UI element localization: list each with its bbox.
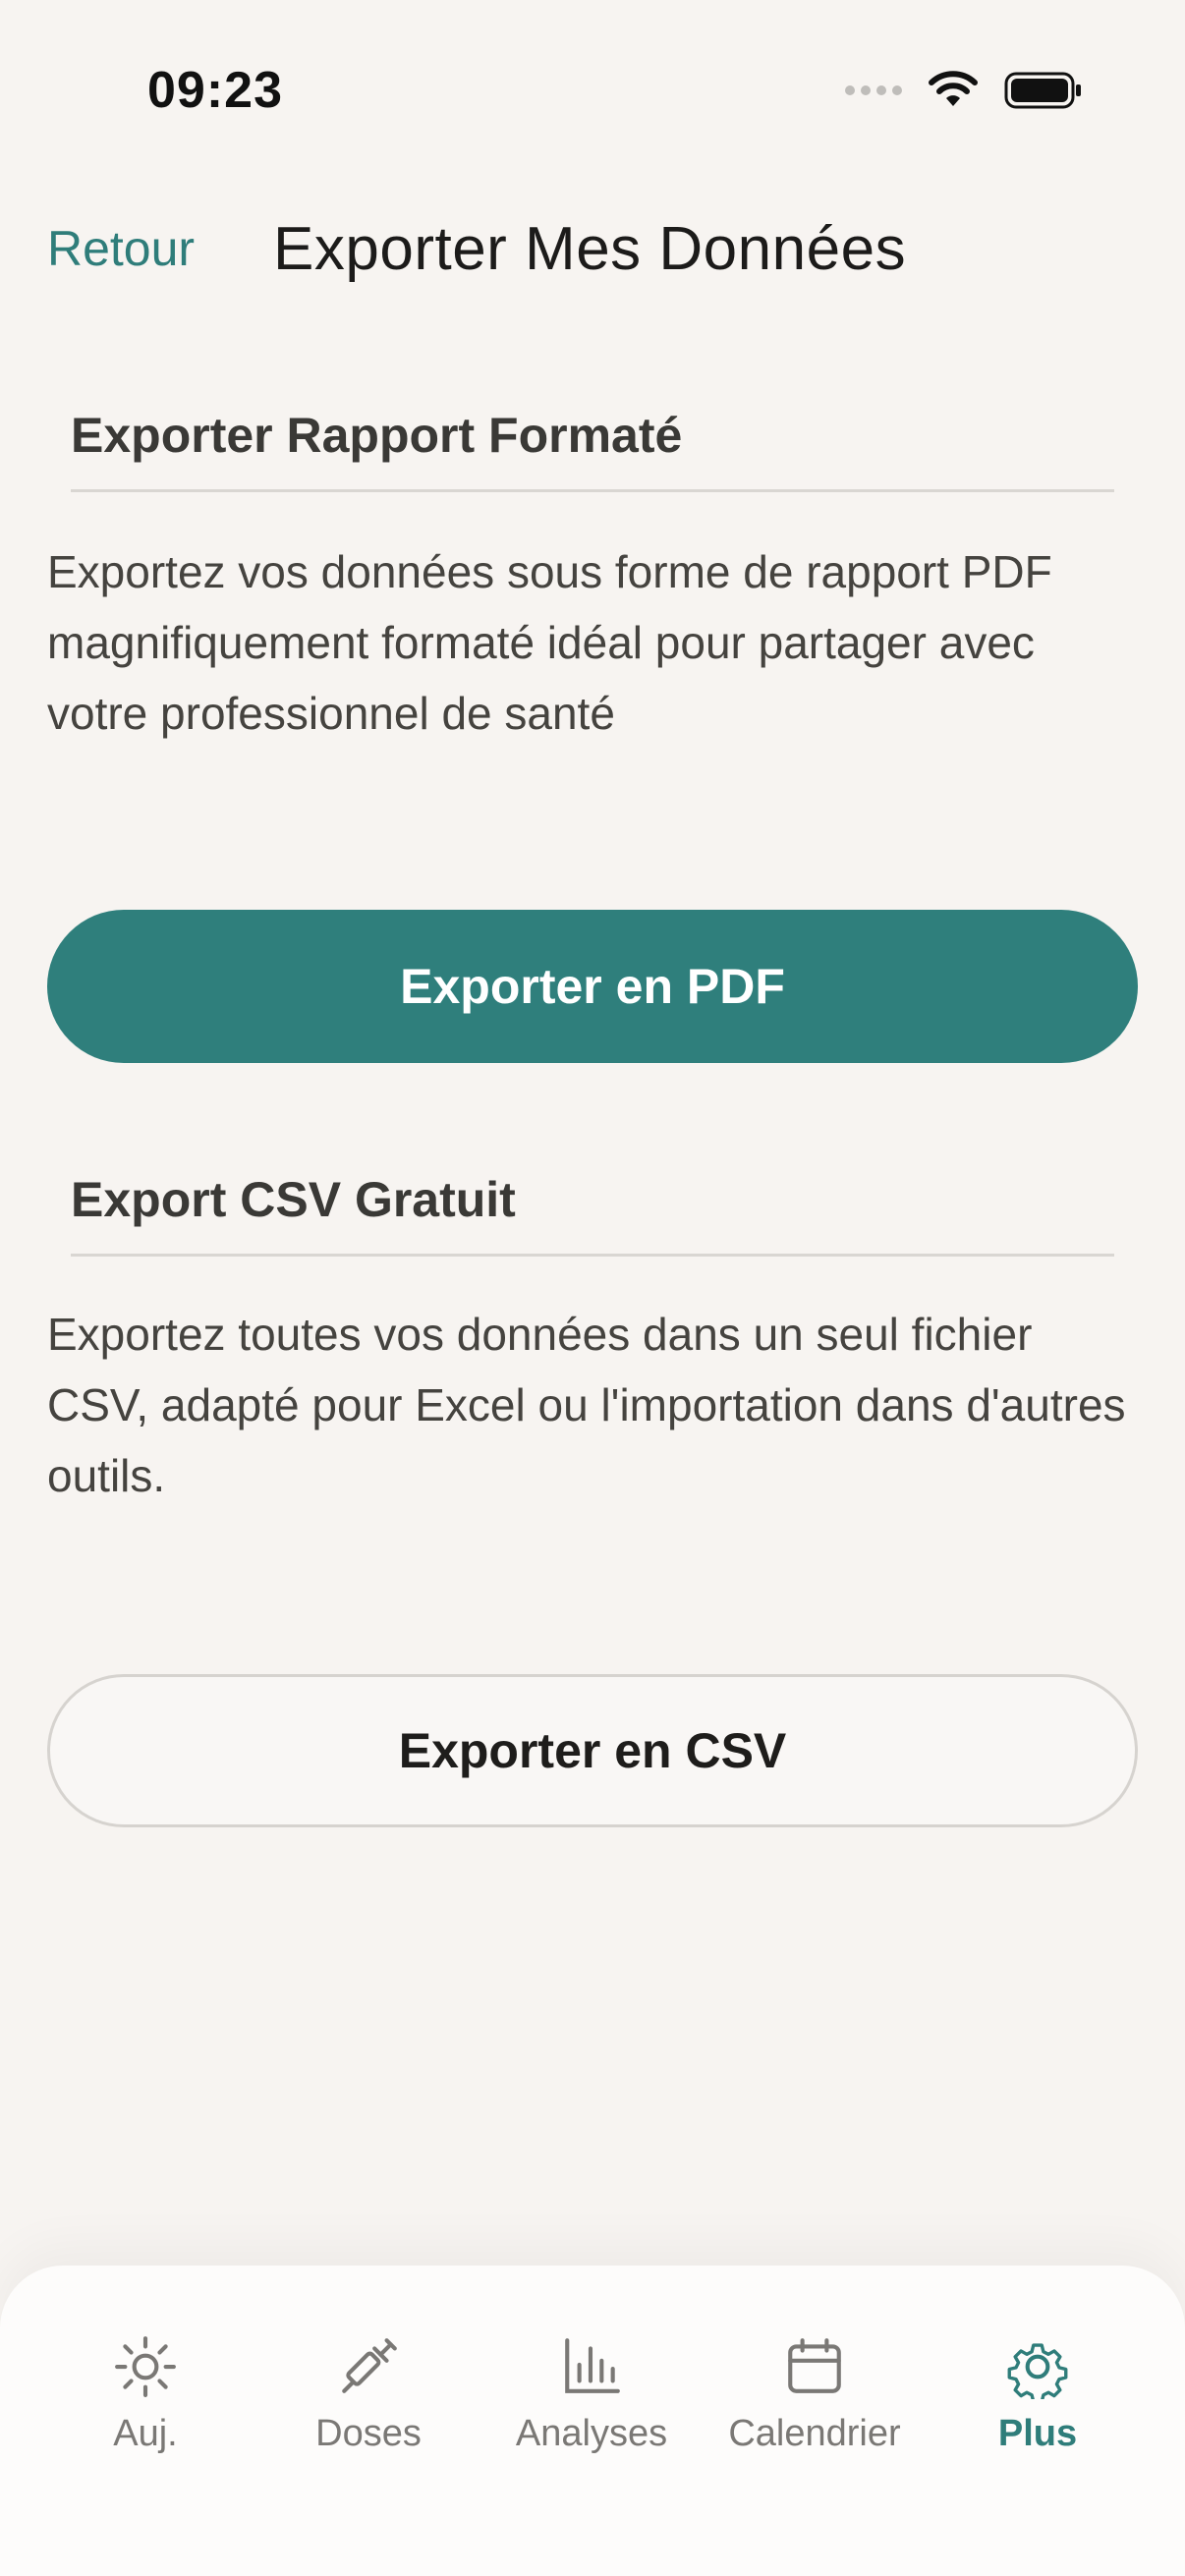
back-button[interactable]: Retour [47, 220, 195, 277]
gear-icon [1007, 2343, 1068, 2399]
battery-icon [1004, 72, 1081, 109]
calendar-icon [788, 2338, 841, 2393]
status-bar: 09:23 [0, 0, 1185, 187]
tab-today[interactable]: Auj. [37, 2334, 254, 2482]
tab-label-calendar: Calendrier [728, 2413, 901, 2454]
tab-doses[interactable]: Doses [260, 2334, 477, 2482]
tab-analyses[interactable]: Analyses [483, 2334, 700, 2482]
cellular-signal-icon [845, 85, 902, 95]
export-data-screen: 09:23 Retour Exporter Mes Données Export… [0, 0, 1185, 2576]
pdf-section-heading: Exporter Rapport Formaté [71, 407, 1114, 492]
status-time: 09:23 [147, 62, 283, 119]
sun-icon [115, 2336, 176, 2397]
syringe-icon [342, 2338, 397, 2393]
tab-more[interactable]: Plus [930, 2334, 1146, 2482]
csv-section-heading: Export CSV Gratuit [71, 1171, 1114, 1257]
wifi-icon [929, 71, 978, 106]
tab-label-today: Auj. [113, 2413, 178, 2454]
tab-bar: Auj. Doses Analyses Calendrier Plus [0, 2266, 1185, 2576]
export-pdf-button[interactable]: Exporter en PDF [47, 910, 1138, 1063]
bar-chart-icon [565, 2338, 620, 2393]
csv-section-description: Exportez toutes vos données dans un seul… [47, 1309, 1126, 1501]
tab-label-analyses: Analyses [515, 2413, 668, 2454]
page-title: Exporter Mes Données [273, 215, 907, 283]
tab-label-doses: Doses [315, 2413, 422, 2454]
tab-label-more: Plus [997, 2413, 1078, 2454]
tab-calendar[interactable]: Calendrier [706, 2334, 923, 2482]
export-csv-button[interactable]: Exporter en CSV [47, 1674, 1138, 1827]
pdf-section-description: Exportez vos données sous forme de rappo… [47, 546, 1052, 739]
status-icons [845, 71, 1083, 110]
